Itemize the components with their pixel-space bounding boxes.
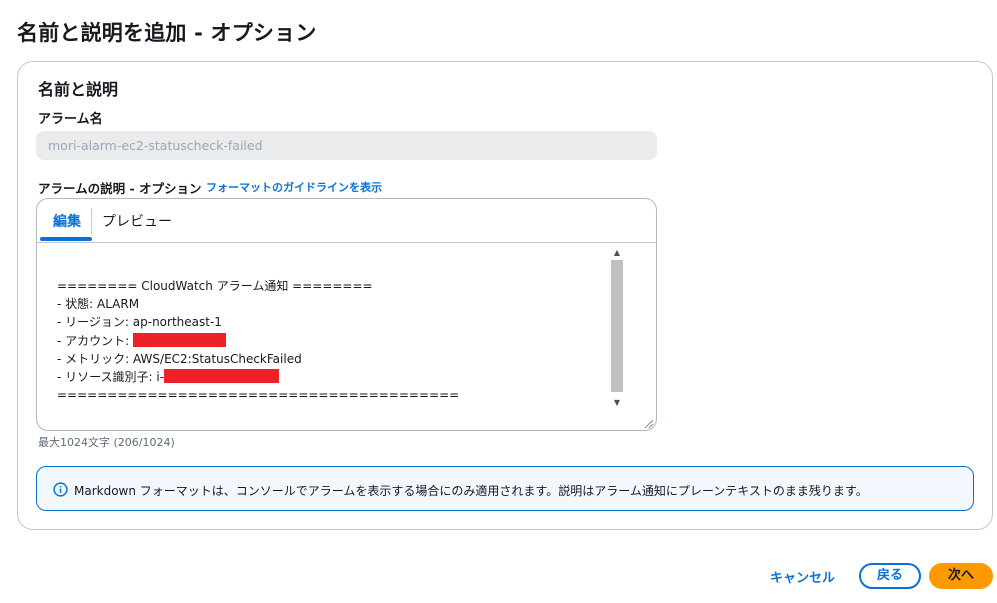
cancel-button[interactable]: キャンセル <box>770 567 835 586</box>
alarm-name-input[interactable]: mori-alarm-ec2-statuscheck-failed <box>36 131 657 160</box>
redacted-account-id <box>133 332 227 347</box>
description-text: ======== CloudWatch アラーム通知 ======== - 状態… <box>57 277 459 404</box>
editor-tabs: 編集 プレビュー <box>37 199 656 243</box>
info-alert: Markdown フォーマットは、コンソールでアラームを表示する場合にのみ適用さ… <box>36 466 974 511</box>
section-title: 名前と説明 <box>38 80 119 99</box>
format-guidelines-link[interactable]: フォーマットのガイドラインを表示 <box>206 179 382 195</box>
description-line: - リージョン: ap-northeast-1 <box>57 315 222 330</box>
tab-preview[interactable]: プレビュー <box>102 211 172 231</box>
textarea-scrollbar[interactable]: ▲ ▼ <box>610 246 624 410</box>
description-line: - アカウント: <box>57 333 134 348</box>
tab-divider <box>91 208 92 234</box>
next-button[interactable]: 次へ <box>929 563 993 589</box>
page-title: 名前と説明を追加 - オプション <box>17 21 317 45</box>
info-text: Markdown フォーマットは、コンソールでアラームを表示する場合にのみ適用さ… <box>74 484 868 498</box>
description-line: - リソース識別子: i- <box>57 370 165 385</box>
description-line: ======== CloudWatch アラーム通知 ======== <box>57 279 373 293</box>
character-count: 最大1024文字 (206/1024) <box>38 436 175 449</box>
description-line: - メトリック: AWS/EC2:StatusCheckFailed <box>57 351 302 366</box>
redacted-resource-id <box>164 369 280 384</box>
active-tab-indicator <box>40 237 92 241</box>
scroll-up-arrow-icon[interactable]: ▲ <box>610 246 624 260</box>
description-textarea[interactable]: ======== CloudWatch アラーム通知 ======== - 状態… <box>37 243 656 430</box>
description-line: - 状態: ALARM <box>57 297 140 312</box>
resize-handle-icon[interactable] <box>642 417 654 429</box>
scroll-down-arrow-icon[interactable]: ▼ <box>610 396 624 410</box>
alarm-description-label: アラームの説明 - オプション <box>38 181 202 196</box>
scroll-thumb[interactable] <box>611 260 623 392</box>
back-button[interactable]: 戻る <box>859 563 921 589</box>
info-icon <box>53 482 68 497</box>
description-line: ======================================== <box>57 388 460 403</box>
description-editor: 編集 プレビュー ======== CloudWatch アラーム通知 ====… <box>36 198 657 431</box>
name-description-panel: 名前と説明 アラーム名 mori-alarm-ec2-statuscheck-f… <box>17 61 993 530</box>
tab-edit[interactable]: 編集 <box>53 211 81 231</box>
alarm-name-label: アラーム名 <box>38 112 103 127</box>
